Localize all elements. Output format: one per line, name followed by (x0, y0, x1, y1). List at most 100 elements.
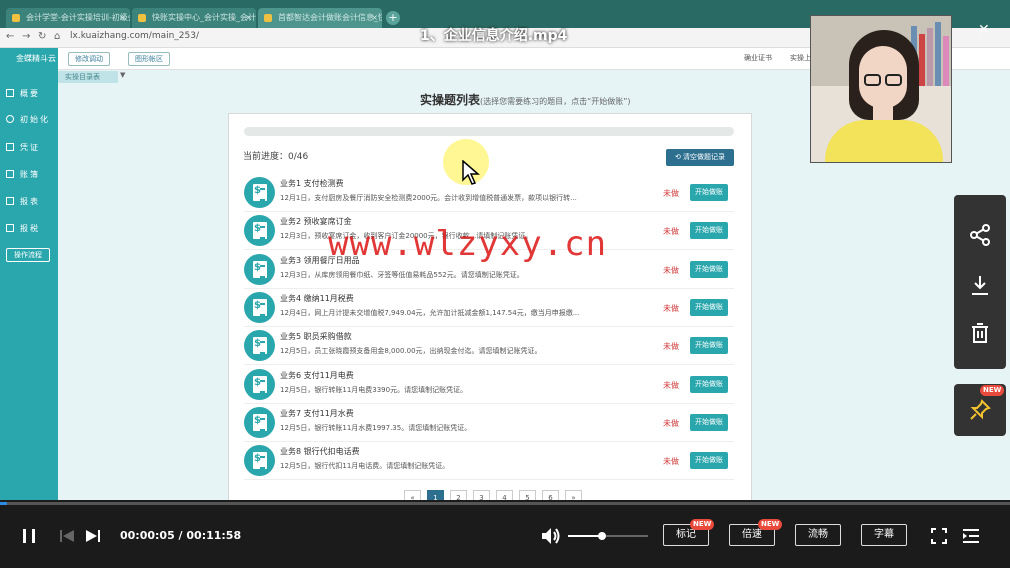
new-badge: NEW (690, 519, 715, 530)
back-icon[interactable]: ← (6, 31, 14, 42)
start-bookkeeping-button[interactable]: 开始做账 (690, 376, 728, 393)
tab-label: 会计学堂-会计实操培训-初级会 (26, 13, 130, 22)
row-divider (244, 288, 734, 289)
delete-icon[interactable] (968, 321, 992, 345)
tab-close-icon[interactable]: × (371, 8, 378, 28)
quality-button[interactable]: 流畅 (795, 524, 841, 546)
task-title: 业务1 支付检测费 (280, 179, 344, 188)
playback-time: 00:00:05 / 00:11:58 (120, 529, 242, 542)
tax-icon (6, 224, 14, 232)
reload-icon[interactable]: ↻ (38, 31, 46, 42)
voucher-icon (6, 143, 14, 151)
start-bookkeeping-button[interactable]: 开始做账 (690, 261, 728, 278)
task-status: 未做 (663, 304, 679, 313)
seek-bar[interactable] (0, 502, 1010, 505)
pause-icon[interactable] (20, 527, 38, 545)
pin-icon (970, 399, 991, 420)
overview-icon (6, 89, 14, 97)
volume-slider-fill (568, 535, 602, 537)
close-icon[interactable]: ✕ (978, 22, 990, 38)
side-action-panel (954, 195, 1006, 369)
url-field[interactable]: lx.kuaizhang.com/main_253/ (70, 31, 199, 41)
new-badge: NEW (758, 519, 783, 530)
progress-bar (244, 127, 734, 136)
volume-slider-handle[interactable] (597, 532, 606, 540)
volume-icon[interactable] (540, 526, 562, 546)
clear-records-button[interactable]: ⟲ 清空做题记录 (666, 149, 734, 166)
watermark-text: www.wlzyxy.cn (328, 224, 608, 264)
task-description: 12月1日，支付厨房及餐厅消防安全检测费2000元。会计收到增值税普通发票，款项… (280, 194, 577, 202)
report-icon (6, 197, 14, 205)
mouse-cursor-icon (462, 160, 480, 185)
tab-close-icon[interactable]: × (245, 8, 252, 28)
invoice-icon (244, 215, 275, 246)
download-icon[interactable] (968, 273, 992, 297)
task-title: 业务6 支付11月电费 (280, 371, 354, 380)
start-bookkeeping-button[interactable]: 开始做账 (690, 452, 728, 469)
chevron-down-icon[interactable]: ▼ (120, 71, 125, 79)
video-title: 1、企业信息介绍.mp4 (420, 28, 568, 44)
sidebar-item-label: 报税 (20, 224, 40, 233)
task-description: 12月5日，员工张晓霞预支备用金8,000.00元，出纳现金付迄。请您填制记账凭… (280, 347, 542, 355)
task-row: 业务7 支付11月水费 12月5日，银行转账11月水费1997.35。请您填制记账… (244, 405, 734, 442)
tab-favicon-icon (12, 14, 20, 22)
sidebar-item-ledger[interactable]: 账簿 (6, 169, 40, 180)
sidebar-item-label: 报表 (20, 197, 40, 206)
task-title: 业务5 职员采购借款 (280, 332, 352, 341)
presenter-body (825, 120, 943, 162)
task-status: 未做 (663, 266, 679, 275)
task-description: 12月5日，银行转账11月水费1997.35。请您填制记账凭证。 (280, 424, 472, 432)
operation-flow-button[interactable]: 操作流程 (6, 248, 50, 262)
invoice-icon (244, 407, 275, 438)
page-subtitle: (选择您需要练习的题目，点击“开始做账”) (480, 97, 631, 106)
task-row: 业务6 支付11月电费 12月5日，银行转账11月电费3390元。请您填制记账凭证… (244, 367, 734, 404)
progress-label: 当前进度：0/46 (243, 152, 309, 162)
subtitle-button[interactable]: 字幕 (861, 524, 907, 546)
browser-tab-2[interactable]: 快账实操中心_会计实操_会计教 × (132, 8, 256, 28)
header-link-practice[interactable]: 实操上 (790, 53, 811, 63)
settings-icon (6, 115, 14, 123)
task-description: 12月5日，银行转账11月电费3390元。请您填制记账凭证。 (280, 386, 468, 394)
row-divider (244, 441, 734, 442)
task-status: 未做 (663, 381, 679, 390)
forward-icon[interactable]: → (22, 31, 30, 42)
glasses-right (885, 74, 902, 86)
home-icon[interactable]: ⌂ (54, 31, 60, 42)
sidebar-item-init[interactable]: 初始化 (6, 114, 50, 125)
header-link-cert[interactable]: 确业证书 (744, 53, 772, 63)
sidebar-item-label: 账簿 (20, 170, 40, 179)
app-logo: 金蝶精斗云 (0, 48, 58, 70)
next-icon[interactable] (84, 527, 102, 545)
browser-tab-3[interactable]: 首都智达会计做账会计信息_快账 × (258, 8, 382, 28)
previous-icon[interactable] (58, 527, 76, 545)
header-button-graph[interactable]: 图形帐区 (128, 52, 170, 66)
fullscreen-icon[interactable] (930, 527, 948, 545)
browser-tab-1[interactable]: 会计学堂-会计实操培训-初级会 × (6, 8, 130, 28)
tab-favicon-icon (138, 14, 146, 22)
sidebar-item-tax[interactable]: 报税 (6, 223, 40, 234)
glasses-left (864, 74, 881, 86)
page-title: 实操题列表(选择您需要练习的题目，点击“开始做账”) (420, 91, 631, 108)
task-row: 业务5 职员采购借款 12月5日，员工张晓霞预支备用金8,000.00元，出纳现金… (244, 328, 734, 365)
seek-bar-fill (0, 502, 8, 505)
start-bookkeeping-button[interactable]: 开始做账 (690, 222, 728, 239)
tab-label: 快账实操中心_会计实操_会计教 (152, 13, 256, 22)
start-bookkeeping-button[interactable]: 开始做账 (690, 299, 728, 316)
start-bookkeeping-button[interactable]: 开始做账 (690, 337, 728, 354)
sidebar-item-report[interactable]: 报表 (6, 196, 40, 207)
new-tab-icon[interactable]: + (386, 11, 400, 25)
start-bookkeeping-button[interactable]: 开始做账 (690, 414, 728, 431)
sidebar-item-voucher[interactable]: 凭证 (6, 142, 40, 153)
sidebar-item-overview[interactable]: 概要 (6, 88, 40, 99)
subtab-practice-list[interactable]: 实操目录表 (58, 71, 118, 83)
share-icon[interactable] (968, 223, 992, 247)
sidebar-item-label: 初始化 (20, 115, 50, 124)
playlist-icon[interactable] (961, 527, 981, 545)
header-button-edit[interactable]: 修改调动 (68, 52, 110, 66)
task-title: 业务4 缴纳11月税费 (280, 294, 354, 303)
task-row: 业务8 银行代扣电话费 12月5日，银行代扣11月电话费。请您填制记账凭证。 未做 开… (244, 443, 734, 480)
clear-records-label: 清空做题记录 (683, 153, 726, 161)
tab-close-icon[interactable]: × (119, 8, 126, 28)
start-bookkeeping-button[interactable]: 开始做账 (690, 184, 728, 201)
row-divider (244, 403, 734, 404)
